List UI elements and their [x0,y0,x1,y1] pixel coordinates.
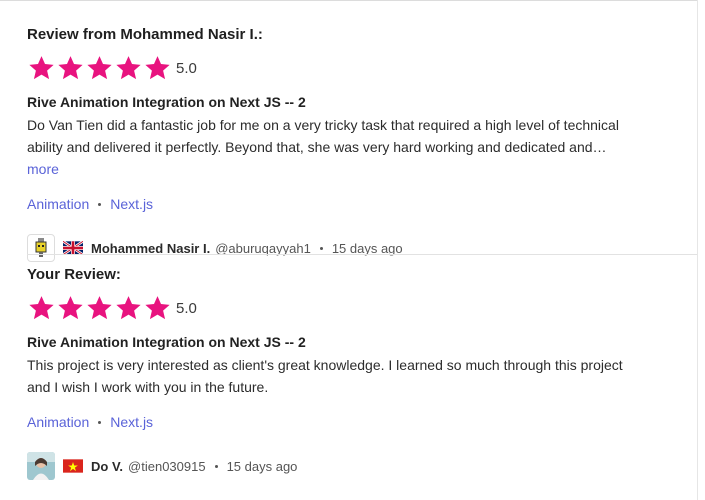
skill-tags: Animation Next.js [27,194,697,214]
avatar-photo [27,452,55,480]
avatar[interactable] [27,452,55,480]
author-name[interactable]: Do V. [91,459,123,474]
project-title: Rive Animation Integration on Next JS --… [27,94,306,110]
tag-animation[interactable]: Animation [27,196,89,212]
review-card: Your Review: 5.0 Rive Animation Integrat… [27,265,697,482]
star-icon [143,54,172,82]
star-icon [85,294,114,322]
review-text: Do Van Tien did a fantastic job for me o… [27,114,637,180]
rating-value: 5.0 [176,59,197,77]
meta-separator [214,464,218,468]
tag-nextjs[interactable]: Next.js [110,414,153,430]
review-card: Review from Mohammed Nasir I.: 5.0 Rive … [27,25,697,264]
review-heading: Review from Mohammed Nasir I.: [27,26,263,43]
rating-row: 5.0 [27,292,697,324]
star-icon [85,54,114,82]
review-heading: Your Review: [27,266,121,283]
author-row: Mohammed Nasir I. @aburuqayyah1 15 days … [27,232,697,264]
tag-separator [98,420,102,424]
star-icon [114,54,143,82]
star-icon [143,294,172,322]
skill-tags: Animation Next.js [27,412,697,432]
right-border [697,0,698,500]
meta-separator [319,246,323,250]
avatar[interactable] [27,234,55,262]
tag-separator [98,202,102,206]
rating-row: 5.0 [27,52,697,84]
star-icon [114,294,143,322]
tag-nextjs[interactable]: Next.js [110,196,153,212]
star-icon [56,54,85,82]
review-text: This project is very interested as clien… [27,354,637,398]
author-row: Do V. @tien030915 15 days ago [27,450,697,482]
star-icon [56,294,85,322]
top-border [0,0,698,1]
tag-animation[interactable]: Animation [27,414,89,430]
vietnam-flag-icon [63,459,83,473]
uk-flag-icon [63,241,83,255]
review-body: Do Van Tien did a fantastic job for me o… [27,117,619,155]
review-divider [27,254,697,255]
star-icon [27,54,56,82]
review-time: 15 days ago [226,458,298,474]
project-title: Rive Animation Integration on Next JS --… [27,334,306,350]
avatar-image [35,238,47,257]
star-rating [27,54,172,82]
star-icon [27,294,56,322]
rating-value: 5.0 [176,299,197,317]
review-body: This project is very interested as clien… [27,357,623,395]
author-handle: @tien030915 [128,458,206,474]
more-link[interactable]: more [27,161,59,177]
star-rating [27,294,172,322]
